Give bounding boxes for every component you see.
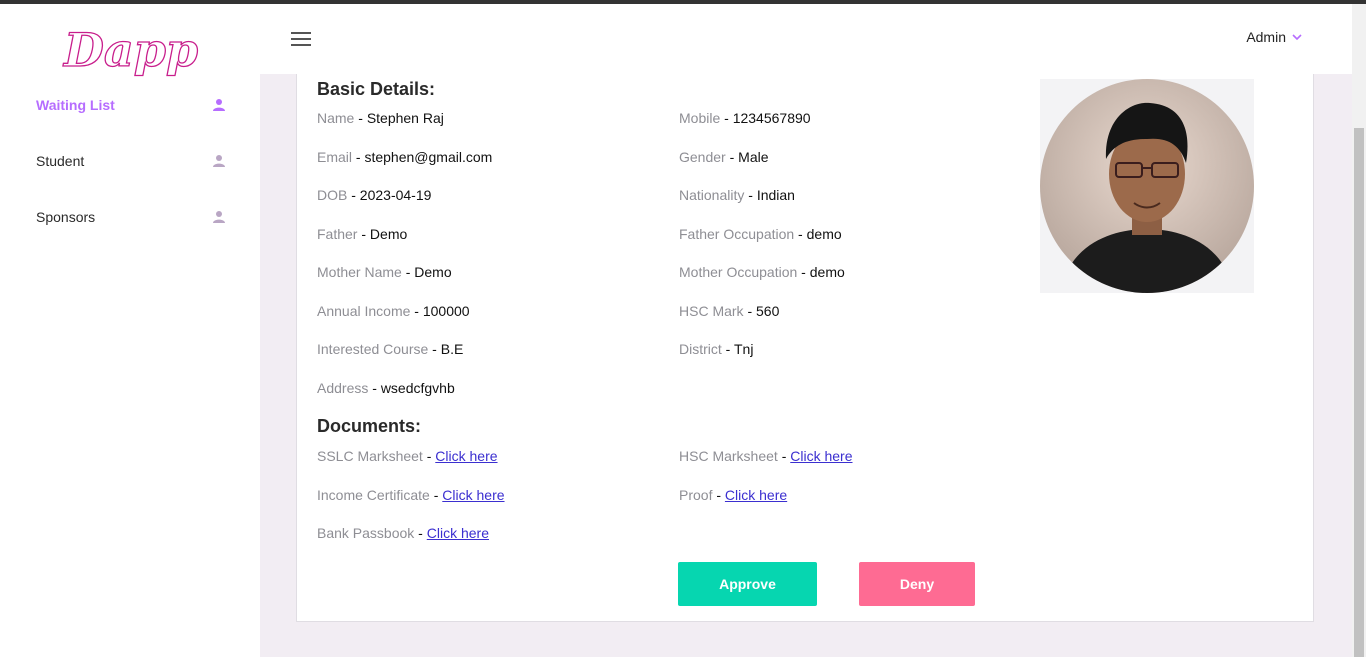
- documents-title: Documents:: [317, 416, 422, 436]
- field-gender: Gender - Male: [679, 149, 769, 165]
- basic-details-title: Basic Details:: [317, 79, 436, 99]
- field-mother-occupation: Mother Occupation - demo: [679, 264, 845, 280]
- avatar: [1040, 79, 1254, 293]
- field-hsc-mark: HSC Mark - 560: [679, 303, 780, 319]
- sidebar-item-waiting-list[interactable]: Waiting List: [36, 94, 226, 116]
- field-father: Father - Demo: [317, 226, 408, 242]
- field-address: Address - wsedcfgvhb: [317, 380, 455, 396]
- svg-text:Dapp: Dapp: [62, 23, 198, 77]
- sidebar-item-student[interactable]: Student: [36, 150, 226, 172]
- hsc-link[interactable]: Click here: [790, 448, 852, 464]
- sidebar-item-label: Waiting List: [36, 97, 115, 113]
- field-mobile: Mobile - 1234567890: [679, 110, 811, 126]
- doc-sslc-marksheet: SSLC Marksheet - Click here: [317, 448, 498, 464]
- scrollbar-thumb[interactable]: [1354, 128, 1364, 657]
- user-icon: [213, 211, 225, 223]
- page-scrollbar[interactable]: [1352, 4, 1366, 657]
- sslc-link[interactable]: Click here: [435, 448, 497, 464]
- field-email: Email - stephen@gmail.com: [317, 149, 493, 165]
- field-name: Name - Stephen Raj: [317, 110, 444, 126]
- top-header: Admin: [260, 4, 1352, 74]
- sidebar-item-label: Sponsors: [36, 209, 96, 225]
- sidebar-item-label: Student: [36, 153, 85, 169]
- menu-toggle-icon[interactable]: [291, 32, 311, 46]
- field-dob: DOB - 2023-04-19: [317, 187, 432, 203]
- sidebar: Dapp Waiting List Student Sponsors: [0, 4, 260, 657]
- user-icon: [213, 99, 225, 111]
- chevron-down-icon: [1292, 33, 1302, 40]
- student-photo: [1040, 79, 1254, 293]
- bank-passbook-link[interactable]: Click here: [427, 525, 489, 541]
- deny-button[interactable]: Deny: [859, 562, 975, 606]
- field-father-occupation: Father Occupation - demo: [679, 226, 842, 242]
- doc-proof: Proof - Click here: [679, 487, 788, 503]
- dapp-logo[interactable]: Dapp: [62, 22, 202, 82]
- proof-link[interactable]: Click here: [725, 487, 787, 503]
- doc-bank-passbook: Bank Passbook - Click here: [317, 525, 489, 541]
- approve-button[interactable]: Approve: [678, 562, 817, 606]
- field-annual-income: Annual Income - 100000: [317, 303, 470, 319]
- doc-hsc-marksheet: HSC Marksheet - Click here: [679, 448, 853, 464]
- field-mother-name: Mother Name - Demo: [317, 264, 452, 280]
- field-district: District - Tnj: [679, 341, 754, 357]
- field-nationality: Nationality - Indian: [679, 187, 795, 203]
- field-interested-course: Interested Course - B.E: [317, 341, 464, 357]
- income-certificate-link[interactable]: Click here: [442, 487, 504, 503]
- user-icon: [213, 155, 225, 167]
- admin-menu[interactable]: Admin: [1246, 29, 1302, 45]
- admin-label: Admin: [1246, 29, 1286, 45]
- sidebar-item-sponsors[interactable]: Sponsors: [36, 206, 226, 228]
- doc-income-certificate: Income Certificate - Click here: [317, 487, 505, 503]
